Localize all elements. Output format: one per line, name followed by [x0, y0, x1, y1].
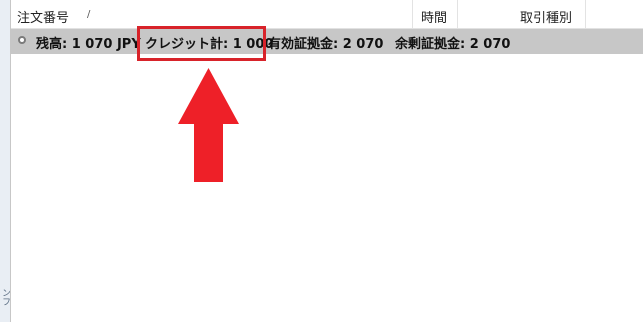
- left-panel-label: ンフ: [0, 288, 10, 306]
- balance-text: 残高: 1 070 JPY: [36, 37, 141, 52]
- column-trade-type-label: 取引種別: [520, 11, 573, 26]
- column-trade-type[interactable]: 取引種別: [458, 0, 586, 28]
- sort-indicator-icon: /: [87, 9, 91, 20]
- summary-row[interactable]: 残高: 1 070 JPY クレジット計: 1 000 有効証拠金: 2 070…: [11, 29, 643, 54]
- column-order-number[interactable]: 注文番号 /: [11, 0, 413, 28]
- trade-history-panel: 注文番号 / 時間 取引種別 残高: 1 070 JPY クレジット計: 1 0…: [11, 0, 643, 322]
- column-time[interactable]: 時間: [413, 0, 458, 28]
- margin-text: 有効証拠金: 2 070: [268, 37, 384, 52]
- free-margin-text: 余剰証拠金: 2 070: [395, 37, 511, 52]
- credit-highlight-box: [137, 26, 266, 61]
- table-header: 注文番号 / 時間 取引種別: [11, 0, 643, 29]
- summary-status-icon: [18, 36, 26, 44]
- left-panel-edge: ンフ: [0, 0, 11, 322]
- column-time-label: 時間: [421, 11, 448, 26]
- up-arrow-icon: [178, 68, 239, 182]
- column-order-number-label: 注文番号: [17, 11, 70, 26]
- up-arrow-shape: [178, 68, 239, 182]
